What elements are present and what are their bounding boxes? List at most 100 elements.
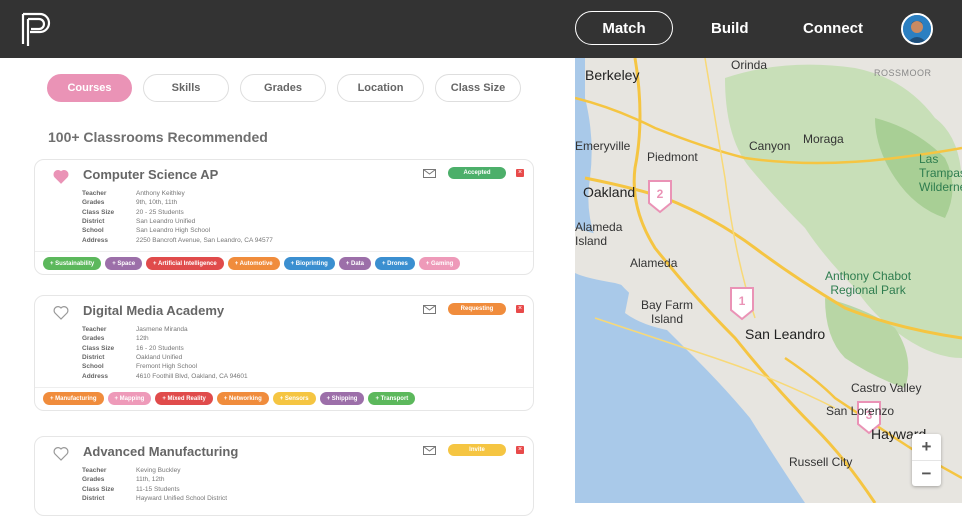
filter-skills-chip[interactable]: Skills [143,74,229,102]
address-value: 4610 Foothill Blvd, Oakland, CA 94601 [136,372,248,380]
map-place-label: Anthony Chabot Regional Park [824,269,912,297]
map-place-label: Piedmont [647,150,698,164]
map-marker-label: 2 [657,187,664,201]
school-label: School [82,227,104,235]
classroom-title[interactable]: Advanced Manufacturing [83,444,238,459]
map-marker-label: 1 [739,294,746,308]
map-place-label: San Leandro [745,326,826,342]
skill-tag[interactable]: + Mapping [107,392,152,405]
grades-value: 11th, 12th [136,476,165,484]
skill-tags: + Manufacturing + Mapping + Mixed Realit… [43,392,416,405]
filter-courses-chip[interactable]: Courses [47,74,132,102]
map-place-label: Canyon [749,139,791,153]
map-place-label: Alameda Island [575,220,623,248]
district-label: District [82,218,105,226]
brand-logo-icon[interactable] [20,10,54,48]
status-badge: Invite [448,444,506,456]
zoom-out-button[interactable]: − [912,460,941,486]
map-panel[interactable]: 2 1 3 Berkeley Orinda ROSSMOOR Emeryvill… [575,58,962,503]
card-divider [35,251,533,252]
class-size-label: Class Size [82,344,115,352]
close-icon[interactable]: × [516,305,524,313]
skill-tag[interactable]: + Shipping [319,392,365,405]
classroom-title[interactable]: Digital Media Academy [83,303,224,318]
map-marker-icon[interactable]: 2 [648,180,672,214]
favorite-heart-icon[interactable] [53,446,69,461]
skill-tag[interactable]: + Sensors [272,392,316,405]
card-divider [35,387,533,388]
nav-build-link[interactable]: Build [711,11,749,45]
class-size-label: Class Size [82,485,115,493]
school-value: San Leandro High School [136,227,211,235]
class-size-label: Class Size [82,208,115,216]
map-place-label: Emeryville [575,139,631,153]
skill-tag[interactable]: + Space [105,257,143,270]
teacher-label: Teacher [82,326,107,334]
skill-tag[interactable]: + Bioprinting [283,257,335,270]
classroom-title[interactable]: Computer Science AP [83,167,218,182]
district-label: District [82,354,105,362]
filter-location-chip[interactable]: Location [337,74,424,102]
status-badge: Requesting [448,303,506,315]
skill-tag[interactable]: + Transport [368,392,416,405]
skill-tag[interactable]: + Sustainability [43,257,102,270]
skill-tag[interactable]: + Manufacturing [43,392,104,405]
skill-tags: + Sustainability + Space + Artificial In… [43,257,461,270]
classroom-card[interactable]: Advanced Manufacturing Invite × Teacher K… [34,436,534,516]
address-value: 2250 Bancroft Avenue, San Leandro, CA 94… [136,236,273,244]
zoom-in-button[interactable]: + [912,434,941,460]
mail-icon[interactable] [423,305,436,314]
user-avatar[interactable] [901,13,933,45]
map-place-label: Oakland [583,184,636,200]
teacher-label: Teacher [82,467,107,475]
teacher-value: Jasmene Miranda [136,326,188,334]
nav-match-button[interactable]: Match [575,11,673,45]
district-value: Hayward Unified School District [136,495,228,503]
map-place-label: Orinda [731,58,768,72]
skill-tag[interactable]: + Networking [216,392,269,405]
classroom-details: Teacher Keving Buckley Grades 11th, 12th C… [82,466,227,503]
map-place-label: Las Trampas Wilderness [919,152,962,194]
class-size-value: 20 - 25 Students [136,208,184,216]
close-icon[interactable]: × [516,446,524,454]
class-size-value: 11-15 Students [136,485,180,493]
skill-tag[interactable]: + Artificial Intelligence [146,257,224,270]
filter-class-size-chip[interactable]: Class Size [435,74,521,102]
close-icon[interactable]: × [516,169,524,177]
skill-tag[interactable]: + Drones [375,257,415,270]
classroom-details: Teacher Anthony Keithley Grades 9th, 10th,… [82,189,273,245]
filter-grades-chip[interactable]: Grades [240,74,326,102]
favorite-heart-icon[interactable] [53,169,69,184]
classroom-details: Teacher Jasmene Miranda Grades 12th Class … [82,325,248,381]
top-nav-bar: Match Build Connect [0,0,962,58]
teacher-value: Keving Buckley [136,467,181,475]
grades-label: Grades [82,476,105,484]
favorite-heart-icon[interactable] [53,305,69,320]
district-value: Oakland Unified [136,354,183,362]
skill-tag[interactable]: + Gaming [418,257,461,270]
status-badge: Accepted [448,167,506,179]
map-marker-icon[interactable]: 1 [730,287,754,321]
skill-tag[interactable]: + Automotive [227,257,280,270]
classroom-card[interactable]: Digital Media Academy Requesting × Teach… [34,295,534,411]
grades-value: 9th, 10th, 11th [136,199,178,207]
school-label: School [82,363,104,371]
filter-bar: Courses Skills Grades Location Class Siz… [47,74,521,102]
grades-label: Grades [82,199,105,207]
map-zoom-control: + − [912,434,941,486]
teacher-value: Anthony Keithley [136,190,185,198]
district-value: San Leandro Unified [136,218,196,226]
nav-connect-link[interactable]: Connect [803,11,863,45]
school-value: Fremont High School [136,363,198,371]
map-place-label: Russell City [789,455,853,469]
skill-tag[interactable]: + Mixed Reality [155,392,213,405]
grades-value: 12th [136,335,149,343]
mail-icon[interactable] [423,169,436,178]
classroom-card[interactable]: Computer Science AP Accepted × Teacher An… [34,159,534,275]
skill-tag[interactable]: + Data [338,257,371,270]
map-place-label: Moraga [803,132,844,146]
district-label: District [82,495,105,503]
teacher-label: Teacher [82,190,107,198]
mail-icon[interactable] [423,446,436,455]
map-place-label: San Lorenzo [826,404,895,418]
